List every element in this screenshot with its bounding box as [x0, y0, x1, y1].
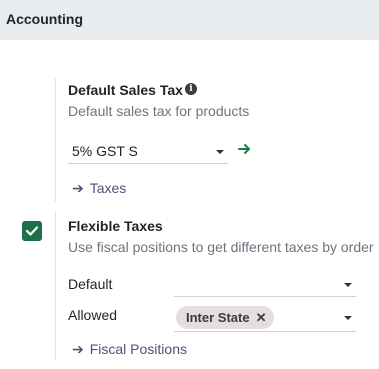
- default-fiscal-position-label: Default: [68, 276, 113, 292]
- flexible-taxes-title: Flexible Taxes: [68, 218, 163, 234]
- fiscal-position-tag: Inter State ✕: [176, 306, 275, 329]
- info-icon[interactable]: i: [185, 83, 197, 95]
- default-fiscal-position-select[interactable]: [174, 273, 356, 297]
- flexible-taxes-description: Use fiscal positions to get different ta…: [68, 239, 374, 255]
- taxes-link-label: Taxes: [89, 180, 127, 196]
- chevron-down-icon: [216, 150, 224, 154]
- remove-tag-icon[interactable]: ✕: [256, 310, 267, 325]
- divider-line: [55, 78, 56, 202]
- allowed-fiscal-positions-label: Allowed: [68, 307, 118, 323]
- arrow-right-icon: ➔: [72, 341, 84, 357]
- divider-line: [55, 212, 56, 360]
- chevron-down-icon: [344, 283, 352, 287]
- default-sales-tax-title: Default Sales Tax: [68, 82, 183, 98]
- chevron-down-icon: [344, 316, 352, 320]
- arrow-right-icon[interactable]: [238, 142, 252, 156]
- default-sales-tax-value: 5% GST S: [72, 143, 138, 159]
- default-sales-tax-select[interactable]: 5% GST S: [68, 140, 228, 164]
- fiscal-position-tag-label: Inter State: [186, 310, 250, 325]
- fiscal-positions-link[interactable]: ➔ Fiscal Positions: [72, 341, 187, 358]
- flexible-taxes-checkbox[interactable]: [22, 221, 42, 241]
- arrow-right-icon: ➔: [72, 180, 84, 196]
- checkmark-icon: [25, 226, 39, 236]
- fiscal-positions-link-label: Fiscal Positions: [89, 341, 187, 357]
- section-header: Accounting: [0, 0, 379, 40]
- section-title: Accounting: [6, 11, 83, 27]
- taxes-link[interactable]: ➔ Taxes: [72, 180, 126, 197]
- default-sales-tax-description: Default sales tax for products: [68, 103, 250, 119]
